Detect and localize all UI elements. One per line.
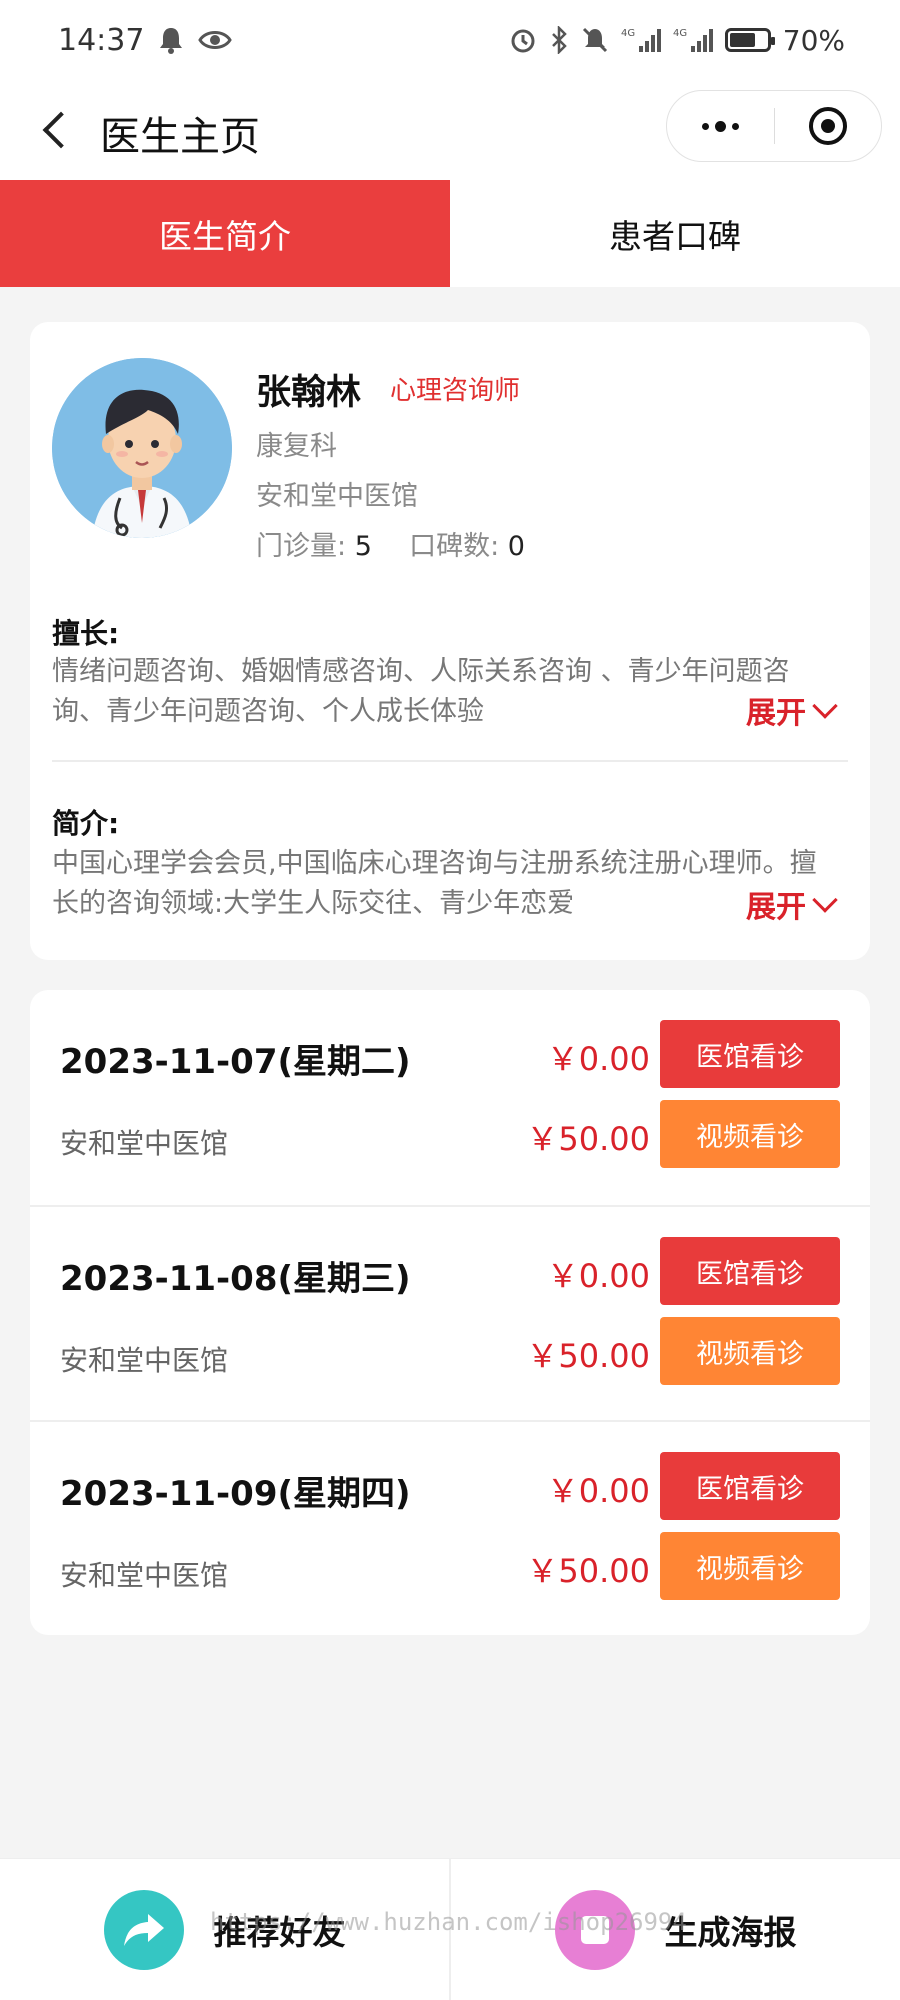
status-bar: 14:37 4G 4G 70%	[0, 0, 900, 80]
svg-text:4G: 4G	[621, 28, 635, 39]
mini-program-capsule	[666, 90, 882, 162]
signal-icon-1: 4G	[621, 28, 661, 52]
schedule-row: 2023-11-09(星期四) 安和堂中医馆 ￥0.00 ￥50.00 医馆看诊…	[30, 1420, 870, 1635]
dot-icon	[702, 122, 709, 130]
reviews-label: 口碑数:	[409, 531, 500, 562]
schedule-hospital: 安和堂中医馆	[60, 1559, 229, 1592]
doctor-stats: 门诊量: 5 口碑数: 0	[256, 524, 525, 563]
status-time: 14:37	[58, 22, 145, 58]
clinic-visit-button[interactable]: 医馆看诊	[660, 1452, 840, 1520]
doctor-title: 心理咨询师	[390, 376, 521, 406]
close-mini-program-button[interactable]	[775, 90, 881, 162]
mute-icon	[582, 27, 607, 53]
specialty-text: 情绪问题咨询、婚姻情感咨询、人际关系咨询 、青少年问题咨询、青少年问题咨询、个人…	[52, 656, 790, 727]
nav-bar: 医生主页	[0, 80, 900, 180]
video-visit-button[interactable]: 视频看诊	[660, 1532, 840, 1600]
tab-patient-reviews[interactable]: 患者口碑	[450, 180, 900, 287]
visits-label: 门诊量:	[256, 531, 347, 562]
battery-icon	[724, 28, 775, 52]
schedule-date: 2023-11-09(星期四)	[60, 1474, 411, 1514]
section-divider	[52, 760, 848, 762]
clinic-visit-button[interactable]: 医馆看诊	[660, 1020, 840, 1088]
share-icon	[103, 1889, 184, 1970]
battery-level	[729, 33, 755, 47]
intro-expand-button[interactable]: 展开	[736, 882, 840, 926]
doctor-avatar	[52, 358, 232, 538]
schedule-date: 2023-11-07(星期二)	[60, 1042, 411, 1082]
battery-percent: 70%	[782, 23, 845, 57]
video-price: ￥50.00	[526, 1552, 650, 1590]
clinic-price: ￥0.00	[546, 1257, 650, 1295]
intro-heading: 简介:	[52, 807, 120, 840]
visits-value: 5	[354, 531, 372, 562]
dot-icon	[715, 120, 726, 132]
svg-text:4G: 4G	[673, 28, 687, 39]
schedule-date: 2023-11-08(星期三)	[60, 1259, 411, 1299]
chevron-down-icon	[812, 887, 838, 913]
schedule-card: 2023-11-07(星期二) 安和堂中医馆 ￥0.00 ￥50.00 医馆看诊…	[30, 990, 870, 1635]
bluetooth-icon	[551, 26, 567, 54]
doctor-department: 康复科	[256, 431, 337, 462]
video-price: ￥50.00	[526, 1120, 650, 1158]
expand-label: 展开	[746, 696, 806, 731]
more-menu-button[interactable]	[667, 90, 774, 162]
doctor-name: 张翰林	[256, 373, 362, 413]
alarm-icon	[511, 29, 535, 53]
video-price: ￥50.00	[526, 1337, 650, 1375]
doctor-hospital: 安和堂中医馆	[256, 481, 418, 512]
chevron-down-icon	[812, 693, 838, 719]
schedule-hospital: 安和堂中医馆	[60, 1127, 229, 1160]
video-visit-button[interactable]: 视频看诊	[660, 1100, 840, 1168]
doctor-avatar-illustration	[52, 358, 232, 538]
clinic-visit-button[interactable]: 医馆看诊	[660, 1237, 840, 1305]
expand-label: 展开	[746, 890, 806, 925]
eye-icon	[198, 31, 233, 49]
intro-text: 中国心理学会会员,中国临床心理咨询与注册系统注册心理师。擅长的咨询领域:大学生人…	[52, 848, 817, 919]
doctor-profile-card: 张翰林 心理咨询师 康复科 安和堂中医馆 门诊量: 5 口碑数: 0 擅长: 情…	[30, 322, 870, 960]
page-title: 医生主页	[100, 114, 260, 160]
schedule-row: 2023-11-08(星期三) 安和堂中医馆 ￥0.00 ￥50.00 医馆看诊…	[30, 1205, 870, 1420]
tab-doctor-intro[interactable]: 医生简介	[0, 180, 450, 287]
clinic-price: ￥0.00	[546, 1040, 650, 1078]
back-button[interactable]	[34, 106, 78, 154]
video-visit-button[interactable]: 视频看诊	[660, 1317, 840, 1385]
specialty-heading: 擅长:	[52, 617, 120, 650]
tab-bar: 医生简介 患者口碑	[0, 180, 900, 287]
specialty-expand-button[interactable]: 展开	[736, 688, 840, 732]
notification-bell-icon	[160, 28, 183, 54]
dot-icon	[732, 122, 739, 130]
clinic-price: ￥0.00	[546, 1472, 650, 1510]
target-icon	[808, 107, 847, 145]
schedule-row: 2023-11-07(星期二) 安和堂中医馆 ￥0.00 ￥50.00 医馆看诊…	[30, 990, 870, 1205]
reviews-value: 0	[507, 531, 525, 562]
schedule-hospital: 安和堂中医馆	[60, 1344, 229, 1377]
watermark-text: https://www.huzhan.com/ishop26994	[210, 1908, 687, 1936]
signal-icon-2: 4G	[673, 28, 713, 52]
